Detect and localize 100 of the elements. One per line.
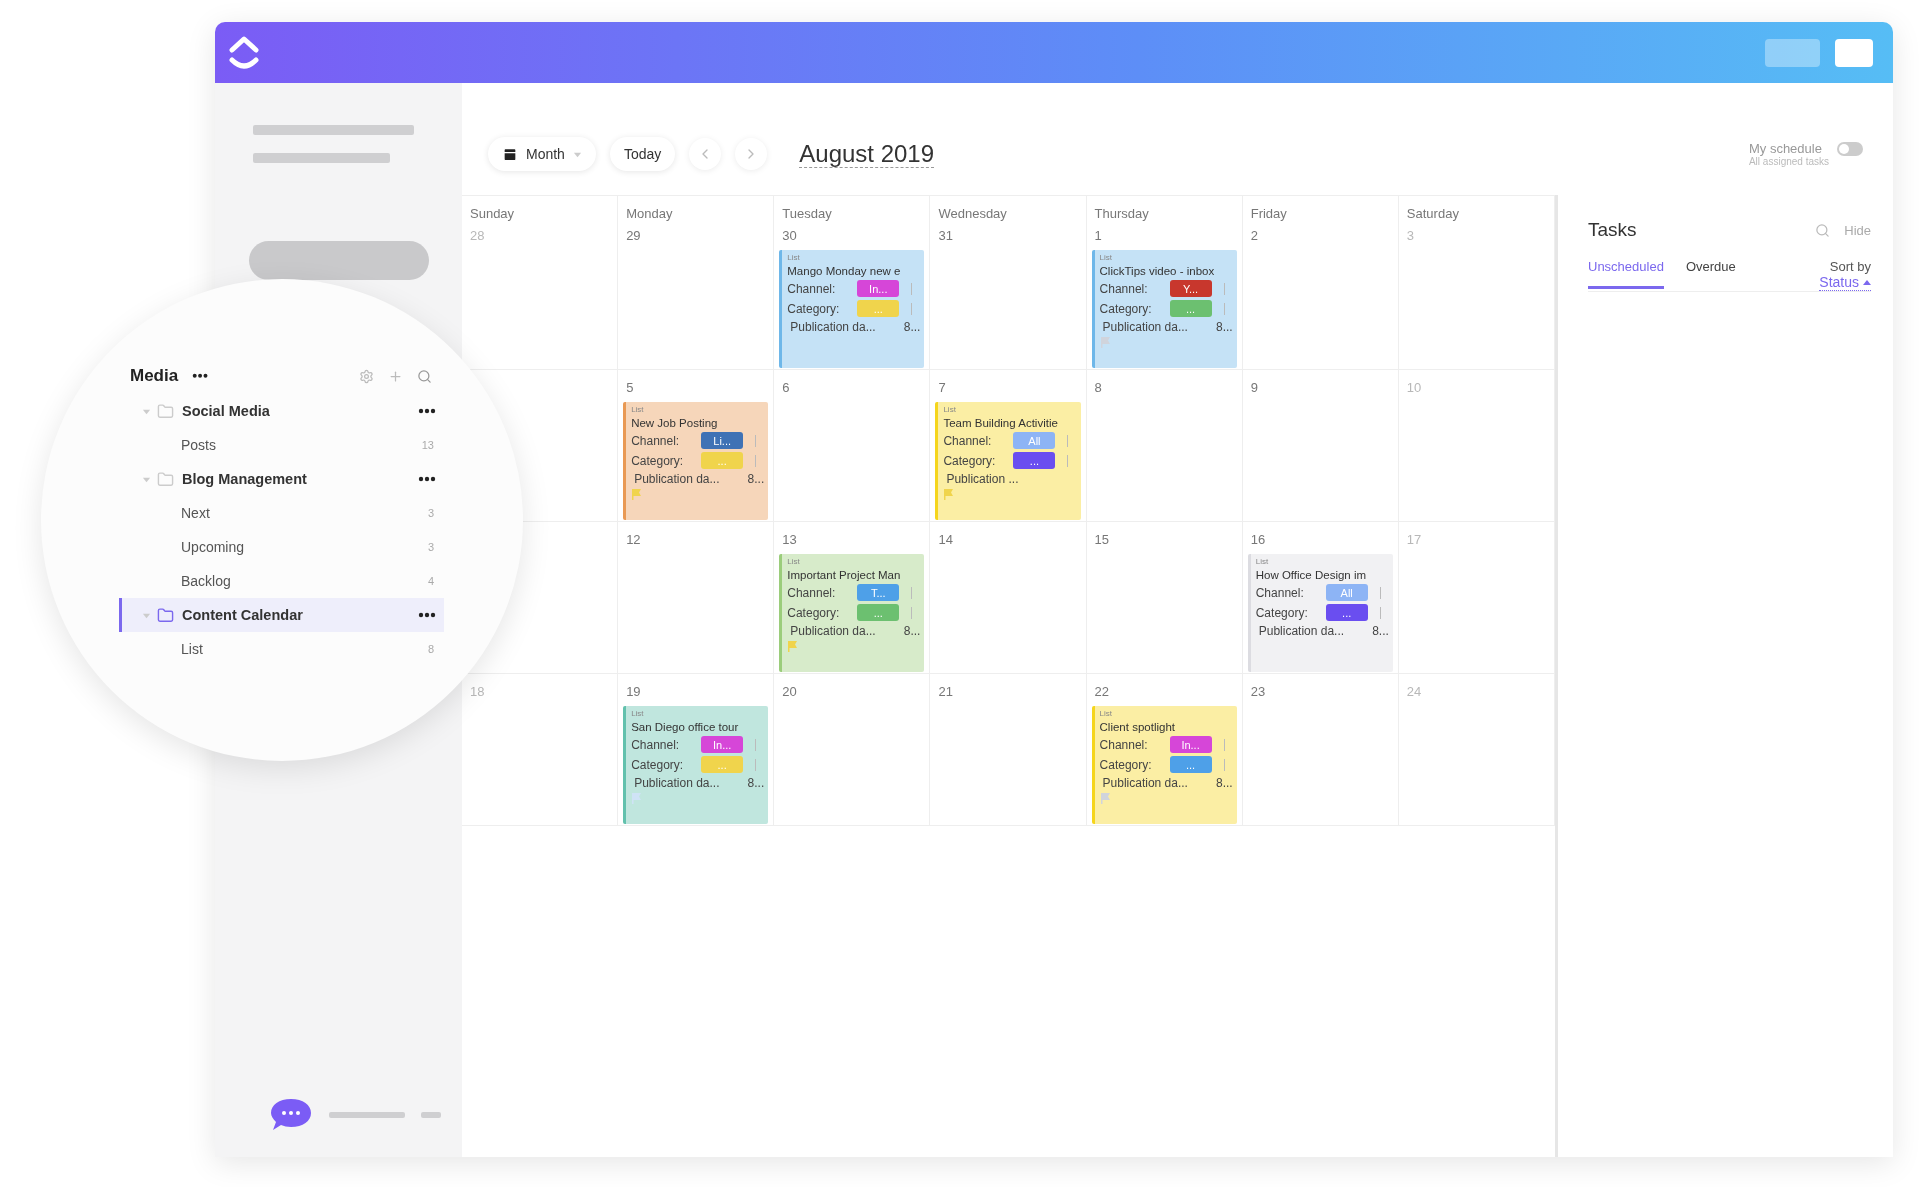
event-card[interactable]: List How Office Design im Channel: All Category: ... Publication da... 8... <box>1247 554 1393 672</box>
weekday-label: Friday <box>1250 206 1287 221</box>
search-icon[interactable] <box>417 368 432 384</box>
list-label: List <box>1099 709 1113 718</box>
field-label: Channel: <box>1255 585 1305 600</box>
event-title: Team Building Activitie <box>943 417 1059 429</box>
space-title: Media <box>130 366 179 386</box>
more-icon[interactable] <box>418 612 436 618</box>
settings-icon[interactable] <box>359 368 374 384</box>
date-number: 18 <box>469 683 486 701</box>
tab[interactable]: Overdue <box>1685 259 1736 289</box>
list-label: List <box>1255 557 1270 566</box>
field-tag: ... <box>701 756 744 773</box>
field-tag: ... <box>857 604 900 621</box>
field-label: Channel: <box>943 433 993 448</box>
search-field[interactable] <box>249 241 429 280</box>
event-card[interactable]: List Client spotlight Channel: In... Category: ... Publication da... 8... <box>1091 706 1237 824</box>
list-item[interactable]: List 8 <box>119 632 444 666</box>
field-label: Channel: <box>787 281 837 296</box>
more-icon[interactable] <box>418 408 436 414</box>
more-icon[interactable] <box>418 476 436 482</box>
list-label: List <box>1099 253 1113 262</box>
list-name: Upcoming <box>181 539 245 555</box>
field-tag: ... <box>1325 604 1368 621</box>
list-name: Next <box>181 505 210 521</box>
event-title: New Job Posting <box>631 417 719 429</box>
field-label: Category: <box>631 757 685 772</box>
date-number: 17 <box>1405 531 1423 549</box>
field-label: Channel: <box>1099 737 1149 752</box>
field-label: Category: <box>787 301 841 316</box>
folder-icon <box>157 402 174 420</box>
next-button[interactable] <box>735 138 768 170</box>
field-label: Publication da... <box>634 472 720 486</box>
list-label: List <box>631 405 645 414</box>
list-item[interactable]: Upcoming 3 <box>119 530 444 564</box>
date-number: 29 <box>625 227 642 245</box>
field-label: Publication da... <box>1102 320 1188 334</box>
date-number: 28 <box>469 227 486 245</box>
caret-icon <box>1863 279 1871 285</box>
date-number: 24 <box>1405 683 1423 701</box>
field-tag: ... <box>701 452 744 469</box>
event-card[interactable]: List San Diego office tour Channel: In... Category: ... Publication da... 8... <box>623 706 769 824</box>
field-label: Category: <box>1255 605 1309 620</box>
placeholder-bar <box>421 1112 441 1118</box>
field-tag: ... <box>1013 452 1056 469</box>
date-number: 8 <box>1093 379 1103 397</box>
event-title: Client spotlight <box>1099 721 1176 733</box>
event-card[interactable]: List Mango Monday new e Channel: In... Category: ... Publication da... 8... <box>779 250 925 368</box>
folder-item[interactable]: Blog Management <box>119 462 444 496</box>
event-title: San Diego office tour <box>631 721 740 733</box>
folder-item[interactable]: Content Calendar <box>119 598 444 632</box>
folder-icon <box>157 470 174 488</box>
sort-dropdown[interactable]: Status <box>1819 274 1871 291</box>
folder-name: Blog Management <box>182 471 307 487</box>
chat-bubble-icon[interactable] <box>269 1097 313 1133</box>
header-button[interactable] <box>1765 38 1820 67</box>
date-number: 3 <box>1405 227 1416 245</box>
date-number: 1 <box>1093 227 1103 245</box>
logo-icon[interactable] <box>227 33 261 72</box>
weekday-label: Wednesday <box>938 206 1007 221</box>
field-label: Category: <box>787 605 841 620</box>
field-label: Publication da... <box>634 776 720 790</box>
search-icon[interactable] <box>1815 222 1831 238</box>
list-label: List <box>943 405 957 414</box>
more-icon[interactable] <box>192 373 209 379</box>
field-value: 8... <box>747 472 765 486</box>
event-title: Mango Monday new e <box>787 265 902 277</box>
field-tag: Li... <box>701 432 744 449</box>
header-button[interactable] <box>1835 38 1873 67</box>
date-number: 7 <box>937 379 947 397</box>
plus-icon[interactable] <box>388 368 403 384</box>
list-item[interactable]: Posts 13 <box>119 428 444 462</box>
list-label: List <box>787 253 801 262</box>
date-number: 16 <box>1249 531 1267 549</box>
field-tag: ... <box>857 300 900 317</box>
today-button[interactable]: Today <box>609 137 676 171</box>
tab[interactable]: Unscheduled <box>1588 259 1664 289</box>
field-tag: In... <box>857 280 900 297</box>
list-item[interactable]: Next 3 <box>119 496 444 530</box>
date-number: 15 <box>1093 531 1111 549</box>
field-label: Category: <box>1099 301 1153 316</box>
field-value: 8... <box>747 776 765 790</box>
field-tag: In... <box>701 736 744 753</box>
panel-title: Tasks <box>1588 219 1637 241</box>
view-dropdown[interactable]: Month <box>488 137 596 171</box>
field-label: Publication da... <box>1102 776 1188 790</box>
month-title: August 2019 <box>799 140 935 168</box>
previous-button[interactable] <box>689 138 722 170</box>
event-card[interactable]: List New Job Posting Channel: Li... Category: ... Publication da... 8... <box>623 402 769 520</box>
event-card[interactable]: List Team Building Activitie Channel: All Category: ... Publication ... <box>935 402 1081 520</box>
field-value: 8... <box>903 624 921 638</box>
folder-item[interactable]: Social Media <box>119 394 444 428</box>
list-item[interactable]: Backlog 4 <box>119 564 444 598</box>
list-count: 3 <box>427 507 434 519</box>
event-card[interactable]: List ClickTips video - inbox Channel: Y... Category: ... Publication da... 8... <box>1091 250 1237 368</box>
schedule-toggle[interactable] <box>1837 141 1863 156</box>
field-tag: ... <box>1169 300 1212 317</box>
schedule-sublabel: All assigned tasks <box>1748 156 1829 167</box>
list-count: 8 <box>427 643 434 655</box>
event-card[interactable]: List Important Project Man Channel: T... Category: ... Publication da... 8... <box>779 554 925 672</box>
